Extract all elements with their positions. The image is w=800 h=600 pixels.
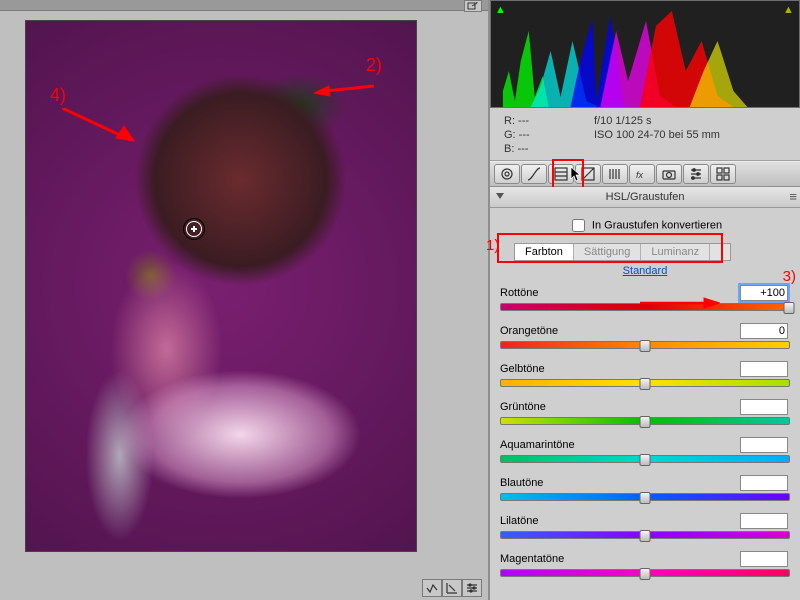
slider-thumb[interactable] xyxy=(640,568,651,580)
slider-label: Blautöne xyxy=(500,477,543,489)
svg-text:fx: fx xyxy=(636,170,644,180)
slider-row: Aquamarintöne xyxy=(500,437,790,463)
slider-value-input[interactable] xyxy=(740,285,788,301)
slider-label: Aquamarintöne xyxy=(500,439,575,451)
sliders-icon[interactable] xyxy=(462,579,482,597)
standard-link[interactable]: Standard xyxy=(623,265,668,277)
slider-track[interactable] xyxy=(500,493,790,501)
slider-label: Gelbtöne xyxy=(500,363,545,375)
slider-label: Lilatöne xyxy=(500,515,539,527)
slider-thumb[interactable] xyxy=(640,416,651,428)
annotation-label-3: 3) xyxy=(783,268,796,285)
slider-row: Magentatöne xyxy=(500,551,790,577)
slider-value-input[interactable] xyxy=(740,361,788,377)
image-info-readout: R: --- G: --- B: --- f/10 1/125 s ISO 10… xyxy=(490,108,800,160)
slider-track[interactable] xyxy=(500,379,790,387)
tab-hue[interactable]: Farbton xyxy=(515,244,574,260)
exposure-info: f/10 1/125 s xyxy=(594,114,720,128)
shadow-clip-warning-icon[interactable]: ▲ xyxy=(495,4,507,16)
readout-r: R: --- xyxy=(504,114,594,128)
slider-thumb[interactable] xyxy=(640,454,651,466)
slider-label: Grüntöne xyxy=(500,401,546,413)
slider-value-input[interactable] xyxy=(740,323,788,339)
slider-row: Lilatöne xyxy=(500,513,790,539)
slider-track[interactable] xyxy=(500,531,790,539)
effects-icon[interactable]: fx xyxy=(629,164,655,184)
split-toning-icon[interactable] xyxy=(575,164,601,184)
annotation-arrow-3 xyxy=(640,296,720,310)
hsl-tabs: Farbton Sättigung Luminanz xyxy=(514,243,731,261)
slider-track[interactable] xyxy=(500,417,790,425)
grayscale-label: In Graustufen konvertieren xyxy=(592,219,722,231)
panel-menu-icon[interactable]: ≡ xyxy=(789,189,796,204)
slider-value-input[interactable] xyxy=(740,513,788,529)
tab-luminance[interactable]: Luminanz xyxy=(641,244,710,260)
slider-row: Orangetöne xyxy=(500,323,790,349)
slider-row: Gelbtöne xyxy=(500,361,790,387)
annotation-label-2: 2) xyxy=(366,55,382,76)
detail-icon[interactable] xyxy=(602,164,628,184)
detach-panel-button[interactable] xyxy=(464,0,482,12)
slider-thumb[interactable] xyxy=(784,302,795,314)
slider-thumb[interactable] xyxy=(640,340,651,352)
histogram[interactable]: ▲ ▲ xyxy=(490,0,800,108)
hsl-grayscale-icon[interactable] xyxy=(548,164,574,184)
slider-label: Rottöne xyxy=(500,287,539,299)
slider-thumb[interactable] xyxy=(640,378,651,390)
tab-saturation[interactable]: Sättigung xyxy=(574,244,641,260)
annotation-label-1: 1) xyxy=(486,237,499,254)
slider-value-input[interactable] xyxy=(740,399,788,415)
target-adjustment-cursor xyxy=(186,221,202,237)
readout-b: B: --- xyxy=(504,142,594,156)
develop-panel: ▲ ▲ R: --- G: --- B: --- f/10 1/125 s IS… xyxy=(490,0,800,600)
preview-bottom-toolbar xyxy=(422,579,482,597)
adjust-toolstrip: fx xyxy=(490,161,800,187)
image-preview-pane: 2) 4) xyxy=(0,0,490,600)
hsl-panel-title: HSL/Graustufen xyxy=(606,191,685,203)
slider-value-input[interactable] xyxy=(740,551,788,567)
preview-top-strip xyxy=(0,0,488,11)
hsl-panel-header[interactable]: HSL/Graustufen ≡ xyxy=(490,187,800,208)
grayscale-checkbox[interactable] xyxy=(572,219,585,232)
curves-icon[interactable] xyxy=(442,579,462,597)
slider-track[interactable] xyxy=(500,455,790,463)
camera-calibration-icon[interactable] xyxy=(656,164,682,184)
preview-image[interactable] xyxy=(25,20,417,552)
photo-content xyxy=(26,21,416,551)
slider-row: Blautöne xyxy=(500,475,790,501)
hue-sliders-group: Rottöne Orangetöne Gelbtöne Grüntöne Aquamar… xyxy=(500,285,790,577)
slider-label: Orangetöne xyxy=(500,325,558,337)
slider-value-input[interactable] xyxy=(740,475,788,491)
slider-value-input[interactable] xyxy=(740,437,788,453)
presets-icon[interactable] xyxy=(683,164,709,184)
readout-g: G: --- xyxy=(504,128,594,142)
annotation-label-4: 4) xyxy=(50,85,66,106)
levels-icon[interactable] xyxy=(422,579,442,597)
highlight-clip-warning-icon[interactable]: ▲ xyxy=(783,4,795,16)
chevron-down-icon xyxy=(496,193,504,199)
slider-track[interactable] xyxy=(500,569,790,577)
tone-curve-icon[interactable] xyxy=(521,164,547,184)
snapshots-icon[interactable] xyxy=(710,164,736,184)
histogram-graph xyxy=(491,1,799,107)
slider-thumb[interactable] xyxy=(640,492,651,504)
lens-correction-icon[interactable] xyxy=(494,164,520,184)
slider-thumb[interactable] xyxy=(640,530,651,542)
slider-row: Grüntöne xyxy=(500,399,790,425)
slider-track[interactable] xyxy=(500,341,790,349)
iso-lens-info: ISO 100 24-70 bei 55 mm xyxy=(594,128,720,142)
slider-label: Magentatöne xyxy=(500,553,564,565)
